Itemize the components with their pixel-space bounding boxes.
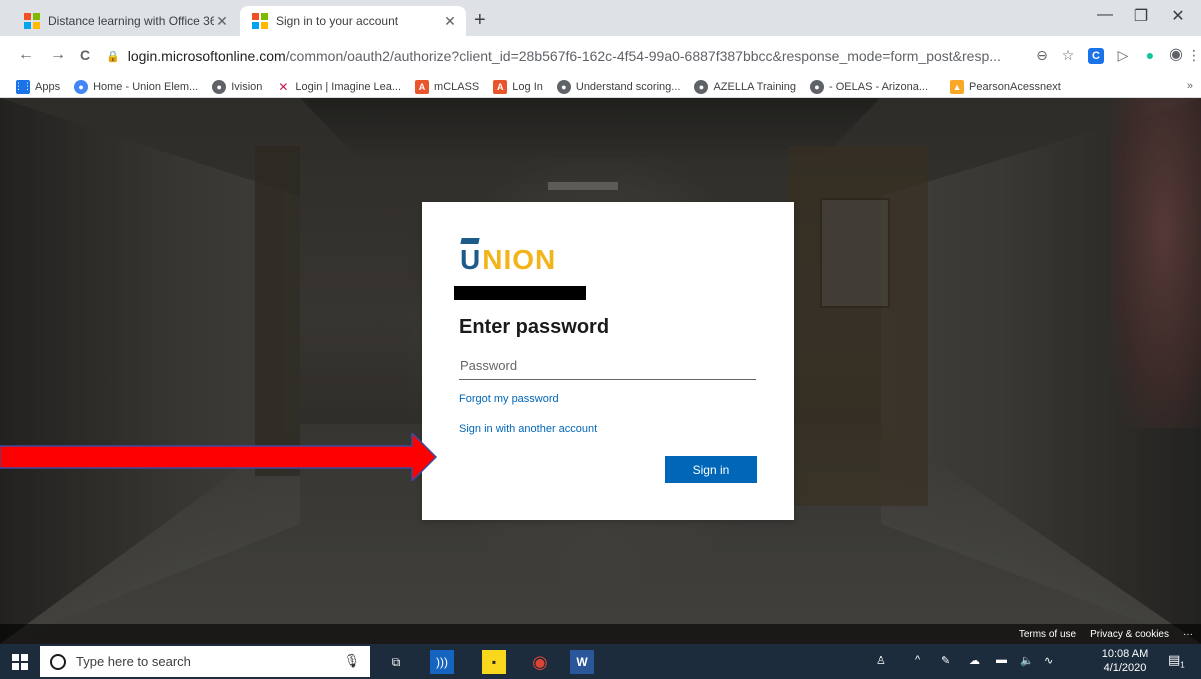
sign-in-another-account-link[interactable]: Sign in with another account — [459, 423, 597, 435]
bookmark-item[interactable]: ● - OELAS - Arizona... — [810, 79, 928, 94]
signin-card: U NION Enter password Forgot my password … — [422, 202, 794, 520]
tab-title: Distance learning with Office 365 — [48, 14, 214, 28]
reload-button[interactable]: C — [80, 47, 90, 63]
tray-chevron-icon[interactable]: ^ — [915, 654, 920, 666]
narrator-app-icon[interactable]: ))) — [430, 650, 454, 674]
close-window-button[interactable]: ✕ — [1155, 6, 1201, 26]
microsoft-logo-icon — [24, 13, 40, 29]
notification-center-icon[interactable]: ▤1 — [1168, 652, 1185, 670]
system-clock[interactable]: 10:08 AM 4/1/2020 — [1099, 647, 1151, 675]
profile-avatar-icon[interactable]: ◉ — [1166, 46, 1186, 64]
url-path: /common/oauth2/authorize?client_id=28b56… — [285, 48, 1001, 64]
imagine-icon: ✕ — [278, 79, 289, 94]
cortana-icon — [50, 653, 66, 670]
amplify-icon: A — [493, 79, 508, 94]
bookmark-item[interactable]: ● Ivision — [212, 79, 262, 94]
bookmark-item[interactable]: ⋮⋮ Apps — [14, 79, 60, 94]
new-tab-button[interactable]: + — [474, 10, 486, 30]
word-icon[interactable]: W — [570, 650, 594, 674]
people-icon[interactable]: ♙ — [876, 654, 886, 667]
taskbar-search-box[interactable]: Type here to search 🎙 — [40, 646, 370, 677]
forward-button[interactable]: → — [50, 46, 66, 64]
network-icon[interactable]: ∿ — [1044, 654, 1053, 667]
search-placeholder: Type here to search — [76, 654, 191, 669]
zoom-icon[interactable]: ⊖ — [1032, 46, 1052, 64]
back-button[interactable]: ← — [18, 46, 34, 64]
bookmark-item[interactable]: ● Understand scoring... — [556, 79, 680, 94]
forgot-password-link[interactable]: Forgot my password — [459, 393, 559, 405]
more-options-icon[interactable]: ··· — [1183, 629, 1193, 640]
globe-icon: ● — [810, 79, 824, 94]
bookmarks-bar: ⋮⋮ Apps ● Home - Union Elem... ● Ivision ✕ L… — [0, 76, 1201, 98]
arrow-shape — [0, 433, 438, 481]
address-bar[interactable]: 🔒 login.microsoftonline.com/common/oauth… — [106, 42, 1016, 70]
bookmark-item[interactable]: ✕ Login | Imagine Lea... — [276, 80, 401, 94]
microsoft-logo-icon — [252, 13, 268, 29]
chrome-icon[interactable]: ◉ — [528, 650, 552, 674]
browser-toolbar: ← → C 🔒 login.microsoftonline.com/common… — [0, 36, 1201, 76]
privacy-cookies-link[interactable]: Privacy & cookies — [1090, 629, 1169, 640]
sticky-notes-icon[interactable]: ▪ — [482, 650, 506, 674]
url-host: login.microsoftonline.com — [127, 48, 286, 64]
browser-menu-icon[interactable]: ⋮ — [1184, 46, 1201, 64]
tab-title: Sign in to your account — [276, 14, 399, 28]
volume-icon[interactable]: 🔈 — [1020, 654, 1034, 667]
pen-ink-icon[interactable]: ✎ — [941, 654, 950, 667]
graduation-cap-icon — [460, 238, 480, 244]
bookmark-item[interactable]: A Log In — [493, 79, 543, 94]
grammarly-icon[interactable]: ● — [1140, 46, 1160, 64]
bookmark-item[interactable]: ● AZELLA Training — [694, 79, 796, 94]
task-view-icon[interactable]: ⧉ — [384, 650, 408, 674]
tab-close-icon[interactable]: ✕ — [214, 13, 230, 30]
red-arrow-annotation — [0, 433, 438, 481]
extension-c-icon[interactable]: C — [1088, 48, 1104, 64]
lock-icon[interactable]: 🔒 — [106, 50, 120, 63]
globe-icon: ● — [694, 79, 709, 94]
pearson-icon: ▲ — [950, 79, 965, 94]
battery-icon[interactable]: ▬ — [996, 654, 1007, 666]
windows-taskbar: Type here to search 🎙 ⧉ ))) ▪ ◉ W ♙ ^ ✎ … — [0, 644, 1201, 679]
apps-grid-icon: ⋮⋮ — [14, 79, 32, 94]
tab-distance-learning[interactable]: Distance learning with Office 365 ✕ — [12, 6, 238, 36]
bookmarks-overflow-icon[interactable]: » — [1187, 80, 1193, 92]
browser-tab-strip: Distance learning with Office 365 ✕ Sign… — [0, 0, 1201, 36]
union-logo: U NION — [460, 238, 556, 276]
bookmark-item[interactable]: ● Home - Union Elem... — [74, 79, 198, 94]
globe-icon: ● — [556, 79, 571, 94]
terms-of-use-link[interactable]: Terms of use — [1019, 629, 1076, 640]
bookmark-star-icon[interactable]: ☆ — [1058, 46, 1078, 64]
page-footer: Terms of use Privacy & cookies ··· — [0, 624, 1201, 644]
page-title: Enter password — [459, 316, 610, 338]
tab-sign-in[interactable]: Sign in to your account ✕ — [240, 6, 466, 36]
bookmark-item[interactable]: AmCLASS — [415, 79, 479, 94]
tab-close-icon[interactable]: ✕ — [442, 13, 458, 30]
signin-page-background: U NION Enter password Forgot my password … — [0, 98, 1201, 644]
password-input[interactable] — [459, 352, 756, 380]
microphone-icon[interactable]: 🎙 — [343, 653, 360, 669]
windows-start-icon[interactable] — [12, 654, 28, 670]
bookmark-item[interactable]: ▲ PearsonAcessnext — [950, 79, 1061, 94]
sign-in-button[interactable]: Sign in — [665, 456, 757, 483]
extension-cast-icon[interactable]: ▷ — [1113, 46, 1133, 64]
globe-icon: ● — [212, 79, 227, 94]
amplify-icon: A — [415, 79, 430, 94]
onedrive-icon[interactable]: ☁ — [969, 654, 980, 667]
redacted-username — [454, 286, 586, 300]
site-icon: ● — [74, 79, 89, 94]
